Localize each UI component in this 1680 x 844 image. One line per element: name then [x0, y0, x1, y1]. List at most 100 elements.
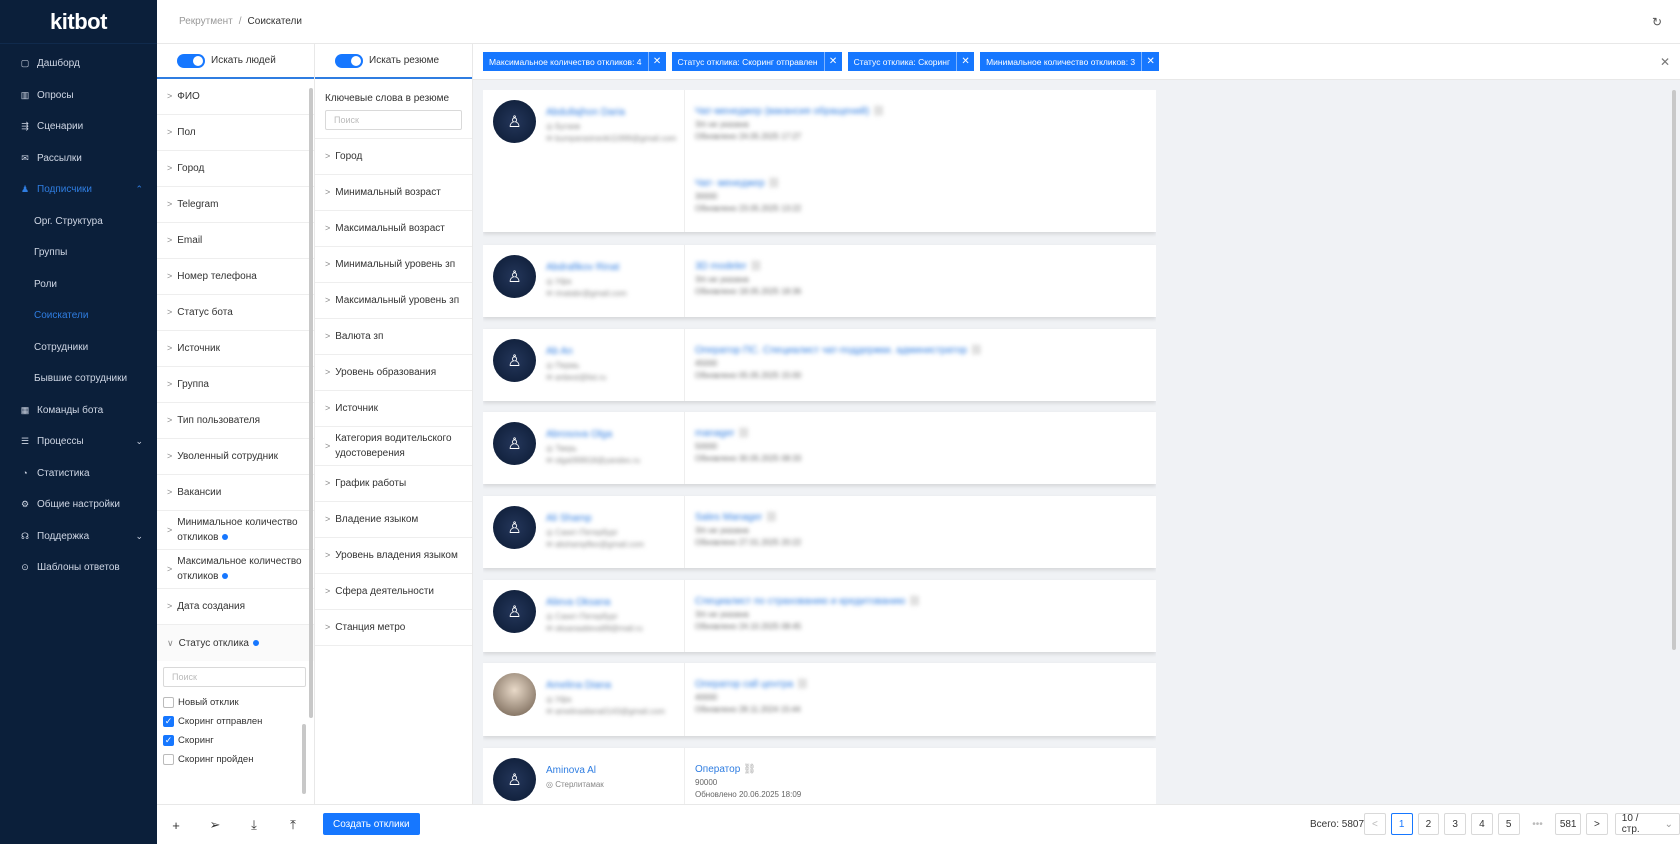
- filter-item[interactable]: > Email: [157, 223, 314, 259]
- candidate-name[interactable]: Aminova Al: [546, 765, 596, 776]
- candidate-card[interactable]: ♙ Ab An ◎ Пермь ✉ anbest@list.ru Оператор ПС…: [483, 329, 1156, 401]
- candidate-name[interactable]: Amelina Diana: [546, 680, 611, 691]
- keywords-input[interactable]: Поиск: [325, 110, 462, 130]
- sidebar-item[interactable]: Орг. Структура: [0, 206, 157, 238]
- sidebar-item[interactable]: Роли: [0, 269, 157, 301]
- filter-item[interactable]: > Пол: [157, 115, 314, 151]
- filter-item[interactable]: > Статус бота: [157, 295, 314, 331]
- refresh-icon[interactable]: ↻: [1652, 15, 1662, 29]
- filter-item[interactable]: > Источник: [315, 391, 472, 427]
- checkbox[interactable]: [163, 697, 174, 708]
- prev-page-button[interactable]: <: [1364, 813, 1386, 835]
- vacancy-title[interactable]: Оператор call центра ⛓: [695, 679, 809, 690]
- page-button[interactable]: 1: [1390, 813, 1413, 835]
- filter-item[interactable]: > Минимальное количество откликов: [157, 511, 314, 550]
- candidate-card[interactable]: ♙ Ali Shamp ◎ Санкт-Петербург ✉ alishampfle…: [483, 496, 1156, 568]
- filter-item[interactable]: > Номер телефона: [157, 259, 314, 295]
- close-icon[interactable]: ✕: [647, 52, 666, 71]
- vacancy-title[interactable]: Оператор ⛓: [695, 764, 756, 775]
- filter-item[interactable]: > Уровень образования: [315, 355, 472, 391]
- create-responses-button[interactable]: Создать отклики: [323, 813, 420, 835]
- candidate-name[interactable]: Ali Shamp: [546, 513, 592, 524]
- sidebar-item[interactable]: ▥ Опросы: [0, 80, 157, 112]
- filter-item[interactable]: > Минимальный возраст: [315, 175, 472, 211]
- filter-item[interactable]: > Город: [315, 139, 472, 175]
- page-size-select[interactable]: 10 / стр. ⌄: [1614, 813, 1680, 835]
- upload-icon[interactable]: ⤒: [280, 813, 306, 837]
- vacancy-title[interactable]: Оператор ПС. Специалист чат-поддержки. а…: [695, 345, 983, 356]
- status-option[interactable]: ✓ Скоринг отправлен: [157, 712, 314, 731]
- checkbox[interactable]: ✓: [163, 716, 174, 727]
- candidate-name[interactable]: Abdullajhon Daria: [546, 107, 625, 118]
- sidebar-item[interactable]: ☊ Поддержка ⌄: [0, 521, 157, 553]
- vacancy-title[interactable]: 3D modeler ⛓: [695, 261, 762, 272]
- page-button[interactable]: 4: [1471, 813, 1493, 835]
- sidebar-item[interactable]: ☰ Процессы ⌄: [0, 426, 157, 458]
- filter-item[interactable]: > Максимальный уровень зп: [315, 283, 472, 319]
- sidebar-item[interactable]: ⊙ Шаблоны ответов: [0, 552, 157, 584]
- status-filter-header[interactable]: ∨ Статус отклика: [157, 625, 314, 661]
- vacancy-title[interactable]: manager ⛓: [695, 428, 750, 439]
- page-button[interactable]: 3: [1444, 813, 1467, 835]
- vacancy-title[interactable]: Специалист по страхованию и кредитованию…: [695, 596, 921, 607]
- sidebar-item[interactable]: Бывшие сотрудники: [0, 363, 157, 395]
- filter-item[interactable]: > Дата создания: [157, 589, 314, 625]
- search-resume-toggle[interactable]: [335, 53, 363, 68]
- logo[interactable]: kitbot: [0, 0, 157, 44]
- filter-item[interactable]: > Уровень владения языком: [315, 538, 472, 574]
- filter-item[interactable]: > Источник: [157, 331, 314, 367]
- sidebar-item[interactable]: ▦ Команды бота: [0, 395, 157, 427]
- scrollbar[interactable]: [309, 88, 313, 718]
- filter-item[interactable]: > Сфера деятельности: [315, 574, 472, 610]
- candidate-card[interactable]: Amelina Diana ◎ Уфа ✉ amelinadiana0143@gma…: [483, 663, 1156, 736]
- vacancy-title[interactable]: Чат- менеджер ⛓: [695, 178, 780, 189]
- filter-item[interactable]: > Минимальный уровень зп: [315, 247, 472, 283]
- next-page-button[interactable]: >: [1586, 813, 1608, 835]
- vacancy-title[interactable]: Чат-менеджер (вакансия обращений) ⛓: [695, 106, 885, 117]
- candidate-card[interactable]: ♙ Abdullajhon Daria ◎ Бугаев ✉ bumparastran…: [483, 90, 1156, 232]
- candidate-card[interactable]: ♙ Alieva Oksana ◎ Санкт-Петербург ✉ oksanaa…: [483, 580, 1156, 652]
- add-icon[interactable]: +: [163, 813, 189, 837]
- sidebar-item[interactable]: ♟ Подписчики ⌃: [0, 174, 157, 206]
- sidebar-item[interactable]: ◔ Статистика: [0, 458, 157, 490]
- filter-item[interactable]: > Станция метро: [315, 610, 472, 646]
- status-option[interactable]: Скоринг пройден: [157, 750, 314, 769]
- filter-item[interactable]: > Уволенный сотрудник: [157, 439, 314, 475]
- checkbox[interactable]: ✓: [163, 735, 174, 746]
- candidate-card[interactable]: ♙ Abdrafikov Rinat ◎ Уфа ✉ rinatabr@gmail.c…: [483, 245, 1156, 317]
- filter-item[interactable]: > Владение языком: [315, 502, 472, 538]
- sidebar-item[interactable]: ✉ Рассылки: [0, 143, 157, 175]
- vacancy-title[interactable]: Sales Manager ⛓: [695, 512, 778, 523]
- close-icon[interactable]: ✕: [823, 52, 842, 71]
- checkbox[interactable]: [163, 754, 174, 765]
- download-icon[interactable]: ⤓: [241, 813, 267, 837]
- filter-item[interactable]: > Тип пользователя: [157, 403, 314, 439]
- candidate-name[interactable]: Abrosova Olga: [546, 429, 612, 440]
- page-button[interactable]: 2: [1417, 813, 1440, 835]
- filter-item[interactable]: > ФИО: [157, 79, 314, 115]
- status-option[interactable]: Новый отклик: [157, 693, 314, 712]
- sidebar-item[interactable]: Группы: [0, 237, 157, 269]
- filter-item[interactable]: > Валюта зп: [315, 319, 472, 355]
- clear-filters-icon[interactable]: ✕: [1660, 55, 1670, 69]
- filter-item[interactable]: > Максимальное количество откликов: [157, 550, 314, 589]
- candidate-name[interactable]: Ab An: [546, 346, 573, 357]
- breadcrumb-parent[interactable]: Рекрутмент: [179, 16, 233, 27]
- candidate-name[interactable]: Abdrafikov Rinat: [546, 262, 619, 273]
- filter-item[interactable]: > Категория водительского удостоверения: [315, 427, 472, 466]
- search-people-toggle[interactable]: [177, 53, 205, 68]
- status-option[interactable]: ✓ Скоринг: [157, 731, 314, 750]
- sidebar-item[interactable]: ▢ Дашборд: [0, 48, 157, 80]
- send-icon[interactable]: ➢: [202, 813, 228, 837]
- status-search-input[interactable]: Поиск: [163, 667, 306, 687]
- filter-item[interactable]: > Максимальный возраст: [315, 211, 472, 247]
- candidate-name[interactable]: Alieva Oksana: [546, 597, 610, 608]
- filter-item[interactable]: > Город: [157, 151, 314, 187]
- sidebar-item[interactable]: Сотрудники: [0, 332, 157, 364]
- filter-item[interactable]: > График работы: [315, 466, 472, 502]
- close-icon[interactable]: ✕: [956, 52, 974, 71]
- sidebar-item[interactable]: ⇶ Сценарии: [0, 111, 157, 143]
- filter-item[interactable]: > Telegram: [157, 187, 314, 223]
- scrollbar[interactable]: [1672, 90, 1676, 650]
- filter-item[interactable]: > Вакансии: [157, 475, 314, 511]
